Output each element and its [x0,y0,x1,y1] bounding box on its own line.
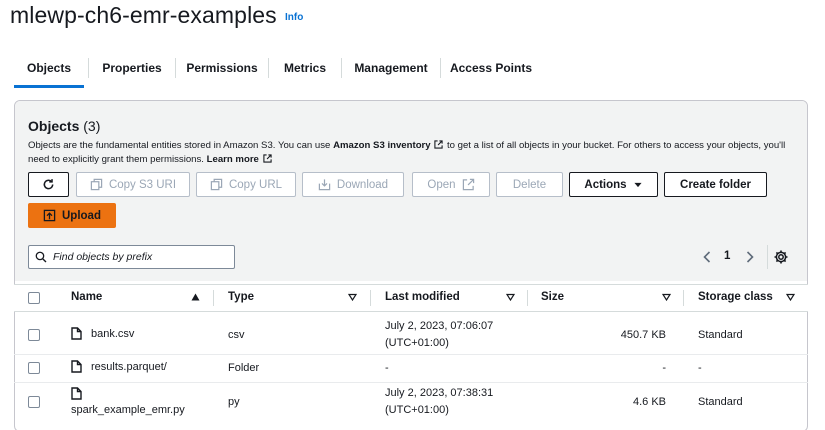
copy-url-button[interactable]: Copy URL [196,172,296,197]
download-label: Download [336,178,389,191]
search-icon [35,251,47,263]
caret-down-icon [634,182,642,187]
object-last-modified: July 2, 2023, 07:38:31 [385,387,494,399]
select-all-checkbox[interactable] [28,292,40,304]
chevron-left-icon[interactable] [700,249,714,265]
object-last-modified-tz: (UTC+01:00) [385,404,449,416]
column-type[interactable]: Type [228,291,254,303]
download-button[interactable]: Download [302,172,404,197]
tab-metrics[interactable]: Metrics [269,48,341,88]
sort-icon[interactable] [506,293,515,301]
column-size[interactable]: Size [541,291,564,303]
object-size: 4.6 KB [632,396,666,408]
actions-label: Actions [584,178,627,191]
object-last-modified: - [385,362,389,374]
object-type: Folder [228,362,260,374]
object-last-modified: July 2, 2023, 07:06:07 [385,320,494,332]
tab-management[interactable]: Management [342,48,440,88]
sort-ascending-icon[interactable] [191,293,200,301]
description-text: Objects are the fundamental entities sto… [28,140,334,151]
search-input[interactable] [53,251,223,263]
external-link-icon [262,154,272,163]
refresh-button[interactable] [28,172,69,197]
column-divider [370,290,371,306]
open-label: Open [427,178,456,191]
info-link[interactable]: Info [285,12,303,23]
chevron-right-icon[interactable] [743,249,757,265]
object-type: py [228,396,240,408]
row-checkbox[interactable] [28,329,40,341]
copy-s3-uri-button[interactable]: Copy S3 URI [76,172,190,197]
tab-properties[interactable]: Properties [89,48,175,88]
bucket-title: mlewp-ch6-emr-examples [10,2,277,28]
objects-heading: Objects (3) [28,118,100,134]
copy-icon [210,178,223,191]
copy-s3-uri-label: Copy S3 URI [108,178,177,191]
tab-permissions[interactable]: Permissions [176,48,268,88]
file-icon [71,360,82,373]
refresh-icon [43,179,54,190]
copy-icon [90,178,103,191]
row-checkbox[interactable] [28,396,40,408]
sort-icon[interactable] [348,293,357,301]
row-divider [14,354,808,355]
tab-bar: Objects Properties Permissions Metrics M… [0,48,825,88]
sort-icon[interactable] [786,293,795,301]
open-button[interactable]: Open [412,172,490,197]
object-last-modified-tz: (UTC+01:00) [385,337,449,349]
create-folder-label: Create folder [680,178,751,191]
upload-icon [43,209,56,222]
column-divider [213,290,214,306]
column-last-modified[interactable]: Last modified [385,291,460,303]
objects-description: Objects are the fundamental entities sto… [28,139,798,167]
external-link-icon [434,140,443,149]
gear-icon[interactable] [773,249,789,265]
sort-icon[interactable] [662,293,671,301]
search-box[interactable] [28,245,235,269]
object-storage-class: - [698,362,702,374]
inventory-link[interactable]: Amazon S3 inventory [333,140,431,151]
object-size: - [662,362,666,374]
object-name-link[interactable]: spark_example_emr.py [71,404,185,416]
learn-more-link[interactable]: Learn more [207,154,259,165]
objects-heading-label: Objects [28,118,80,134]
tab-access-points[interactable]: Access Points [441,48,541,88]
current-page[interactable]: 1 [724,250,730,262]
row-divider [14,382,808,383]
upload-button[interactable]: Upload [28,203,116,228]
tab-objects[interactable]: Objects [14,48,84,88]
create-folder-button[interactable]: Create folder [664,172,767,197]
object-type: csv [228,329,245,341]
object-storage-class: Standard [698,329,743,341]
upload-label: Upload [62,209,101,222]
row-checkbox[interactable] [28,362,40,374]
objects-count: (3) [83,118,101,134]
object-name-link[interactable]: bank.csv [91,328,134,340]
column-name[interactable]: Name [71,291,102,303]
actions-dropdown[interactable]: Actions [569,172,658,197]
file-icon [71,327,82,340]
column-divider [527,290,528,306]
delete-label: Delete [512,178,547,191]
pager-divider [767,245,768,269]
external-link-icon [462,178,474,191]
column-divider [683,290,684,306]
object-storage-class: Standard [698,396,743,408]
copy-url-label: Copy URL [228,178,283,191]
column-storage-class[interactable]: Storage class [698,291,773,303]
delete-button[interactable]: Delete [496,172,563,197]
object-name-link[interactable]: results.parquet/ [91,361,167,373]
file-icon [71,387,82,400]
download-icon [318,179,331,191]
object-size: 450.7 KB [620,329,666,341]
